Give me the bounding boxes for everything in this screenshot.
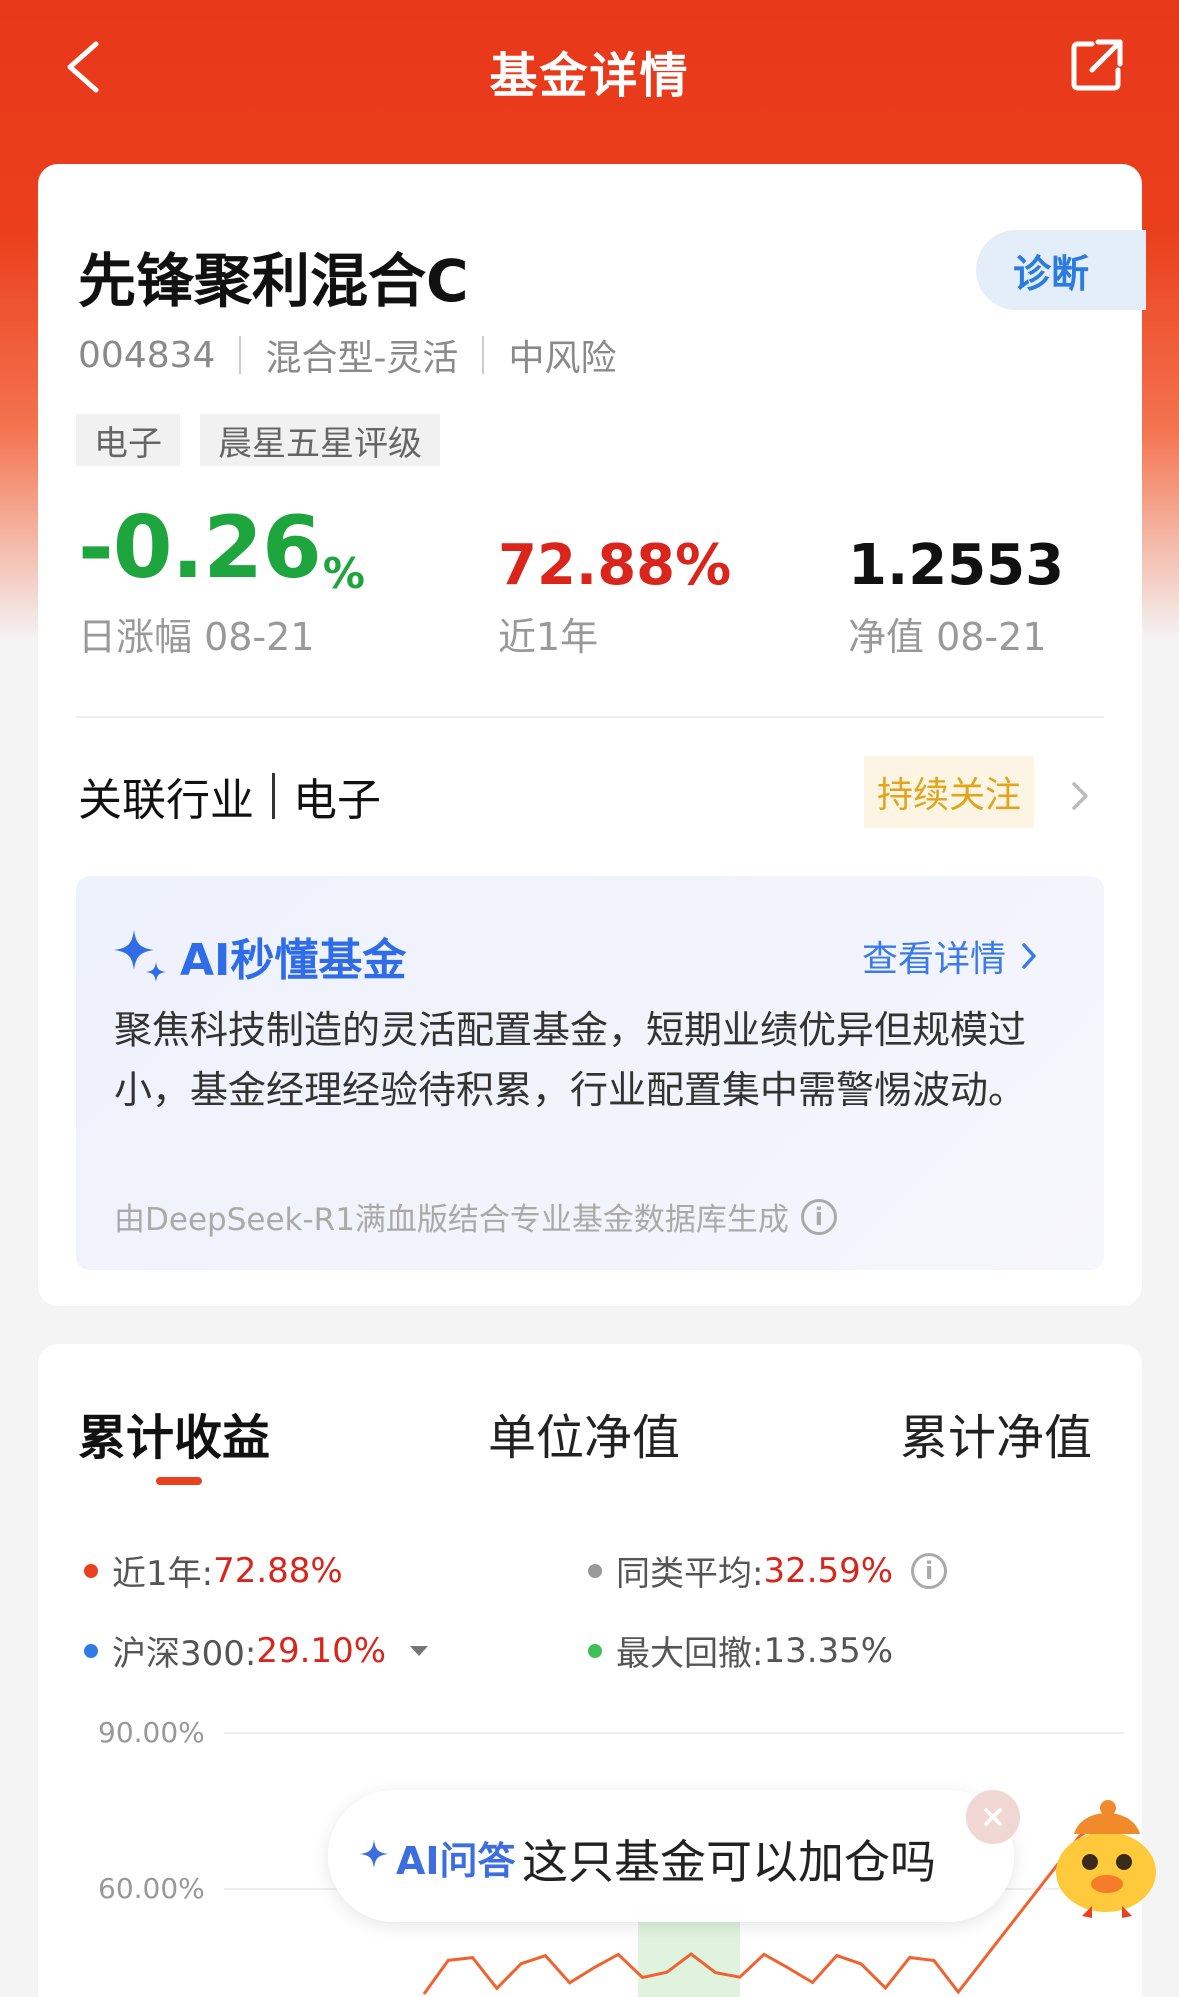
daily-change-label: 日涨幅 08-21: [78, 615, 315, 659]
divider: [76, 716, 1104, 718]
nav-bar: 基金详情: [0, 0, 1179, 132]
industry-name: 电子: [293, 775, 381, 826]
nav-stat: 1.2553 净值 08-21: [848, 514, 1064, 661]
fund-tags: 电子 晨星五星评级: [76, 414, 440, 466]
follow-button[interactable]: 持续关注: [864, 756, 1034, 828]
close-icon[interactable]: [966, 1790, 1020, 1844]
nav-label: 净值 08-21: [848, 615, 1047, 659]
chevron-right-icon: [1022, 943, 1036, 969]
ai-ask-bubble[interactable]: AI问答 这只基金可以加仓吗: [328, 1790, 1014, 1922]
ai-summary-panel: AI秒懂基金 查看详情 聚焦科技制造的灵活配置基金，短期业绩优异但规模过小，基金…: [76, 876, 1104, 1270]
year-return-label: 近1年: [498, 615, 599, 659]
fund-summary-card: 先锋聚利混合C 诊断 004834 混合型-灵活 中风险 电子 晨星五星评级 -…: [38, 164, 1146, 1306]
meta-divider: [482, 336, 485, 374]
daily-change-unit: %: [322, 549, 365, 598]
ask-label: AI问答: [396, 1839, 516, 1883]
year-return-stat: 72.88% 近1年: [498, 514, 731, 661]
page-title: 基金详情: [489, 48, 690, 104]
year-return-value: 72.88%: [498, 533, 732, 598]
fund-risk: 中风险: [508, 338, 617, 379]
ask-question: 这只基金可以加仓吗: [522, 1835, 936, 1889]
diagnose-button[interactable]: 诊断: [976, 230, 1146, 310]
daily-change-stat: -0.26% 日涨幅 08-21: [78, 498, 365, 661]
ai-summary-text: 聚焦科技制造的灵活配置基金，短期业绩优异但规模过小，基金经理经验待积累，行业配置…: [114, 1008, 1027, 1112]
fund-code: 004834: [78, 334, 216, 376]
meta-divider: [239, 336, 242, 374]
fund-type: 混合型-灵活: [265, 338, 459, 379]
ai-detail-link[interactable]: 查看详情: [862, 930, 1038, 982]
duck-mascot-icon[interactable]: [1046, 1800, 1176, 1920]
fund-name: 先锋聚利混合C: [78, 247, 469, 315]
nav-value: 1.2553: [848, 533, 1065, 598]
industry-label: 关联行业: [78, 775, 254, 826]
ai-source-text: 由DeepSeek-R1满血版结合专业基金数据库生成: [114, 1202, 789, 1238]
industry-divider: [272, 773, 275, 819]
fund-meta: 004834 混合型-灵活 中风险: [78, 332, 617, 380]
industry-row[interactable]: 关联行业 电子: [78, 764, 381, 828]
tag-rating: 晨星五星评级: [200, 414, 440, 466]
ai-summary-title: AI秒懂基金: [180, 935, 407, 986]
daily-change-value: -0.26: [78, 498, 322, 598]
ai-source-note: 由DeepSeek-R1满血版结合专业基金数据库生成 i: [114, 1194, 837, 1239]
sparkle-icon: [360, 1840, 388, 1868]
ai-detail-label: 查看详情: [862, 939, 1007, 980]
info-icon[interactable]: i: [800, 1198, 837, 1235]
sparkle-icon: [114, 930, 166, 982]
chevron-right-icon[interactable]: [1068, 778, 1092, 814]
share-icon[interactable]: [1068, 36, 1126, 94]
tag-sector: 电子: [76, 414, 180, 466]
